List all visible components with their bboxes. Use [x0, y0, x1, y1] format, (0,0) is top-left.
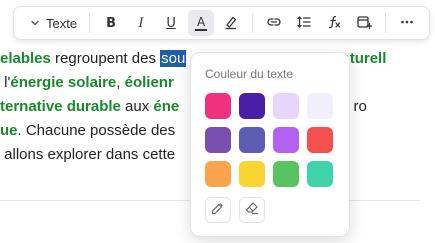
bold-icon: B — [106, 15, 117, 31]
popup-title: Couleur du texte — [205, 67, 294, 81]
text-color-underline — [195, 28, 208, 31]
eraser-icon — [245, 201, 259, 220]
color-swatch-grid — [205, 93, 333, 187]
underline-button[interactable]: U — [158, 10, 184, 36]
color-swatch[interactable] — [273, 161, 299, 187]
color-swatch[interactable] — [205, 127, 231, 153]
color-swatch[interactable] — [205, 93, 231, 119]
green-bold-text: ternative durable — [0, 98, 121, 115]
link-button[interactable] — [261, 10, 287, 36]
green-bold-text: énergie solaire — [10, 74, 117, 91]
bold-button[interactable]: B — [98, 10, 124, 36]
color-swatch[interactable] — [307, 93, 333, 119]
italic-icon: I — [138, 15, 144, 31]
text-color-popup: Couleur du texte — [190, 52, 350, 237]
toolbar-divider — [385, 13, 387, 33]
color-swatch[interactable] — [307, 127, 333, 153]
line-height-icon — [296, 14, 312, 33]
highlight-button[interactable] — [218, 10, 244, 36]
text-style-dropdown[interactable]: Texte — [24, 11, 83, 35]
more-horizontal-icon — [399, 14, 415, 33]
color-swatch[interactable] — [273, 127, 299, 153]
line-height-button[interactable] — [291, 10, 317, 36]
green-bold-text: elables — [0, 50, 51, 67]
more-options-button[interactable] — [394, 10, 420, 36]
chevron-down-icon — [30, 18, 40, 28]
formatting-toolbar: Texte B I U A — [13, 6, 430, 40]
green-bold-text: éolienr — [124, 74, 174, 91]
green-bold-text: éne — [153, 98, 180, 115]
text-line-5: allons explorer dans cette — [0, 145, 175, 165]
insert-icon — [356, 14, 373, 33]
color-swatch[interactable] — [239, 161, 265, 187]
clear-color-button[interactable] — [239, 197, 265, 223]
text-style-label: Texte — [46, 15, 78, 31]
green-bold-text: ue — [0, 122, 18, 139]
color-swatch[interactable] — [239, 127, 265, 153]
color-swatch[interactable] — [239, 93, 265, 119]
text-run: aux — [120, 98, 154, 115]
text-run: regroupent des — [50, 50, 161, 67]
color-tools — [205, 197, 265, 223]
toolbar-divider — [252, 13, 254, 33]
text-color-button[interactable]: A — [188, 10, 215, 36]
text-color-icon: A — [196, 14, 206, 29]
eyedropper-icon — [211, 201, 225, 220]
color-swatch[interactable] — [307, 161, 333, 187]
underline-icon: U — [166, 15, 176, 31]
function-icon — [326, 14, 342, 33]
link-icon — [266, 14, 282, 33]
formula-button[interactable] — [321, 10, 347, 36]
selected-text: sou — [160, 50, 187, 67]
highlighter-icon — [223, 14, 239, 33]
insert-block-button[interactable] — [351, 10, 377, 36]
text-run: . Chacune possède des — [17, 122, 180, 139]
toolbar-divider — [89, 13, 91, 33]
text-run: allons explorer dans cette — [0, 146, 176, 163]
eyedropper-button[interactable] — [205, 197, 231, 223]
color-swatch[interactable] — [205, 161, 231, 187]
color-swatch[interactable] — [273, 93, 299, 119]
text-run: l' — [0, 74, 11, 91]
text-run: , — [116, 74, 125, 91]
italic-button[interactable]: I — [128, 10, 154, 36]
